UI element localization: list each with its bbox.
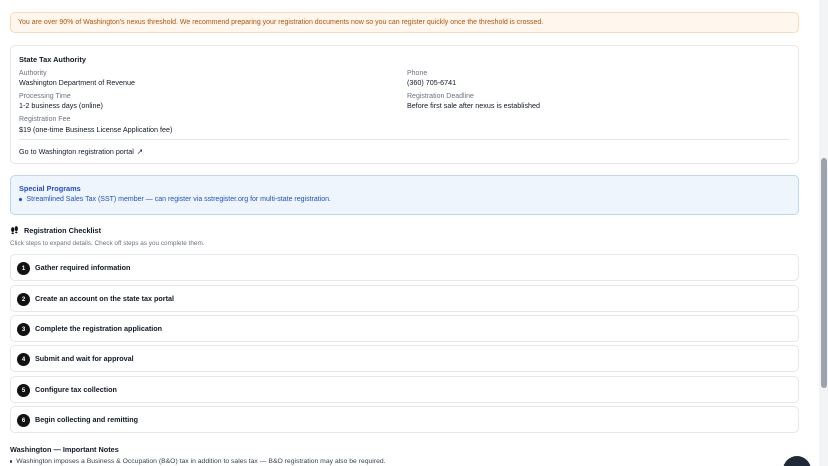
registration-deadline-value: Before first sale after nexus is establi… [407, 101, 541, 110]
step-number-badge: 4 [17, 353, 30, 366]
step-label: Gather required information [35, 263, 131, 272]
step-number-badge: 1 [17, 262, 30, 275]
checklist-header: Registration Checklist [10, 226, 101, 235]
footprints-icon [11, 226, 18, 235]
step-number-badge: 2 [17, 293, 30, 306]
processing-time-label: Processing Time [19, 93, 71, 100]
bullet [19, 198, 22, 201]
step-label: Submit and wait for approval [35, 354, 134, 363]
portal-link-label: Go to Washington registration portal [19, 147, 134, 156]
step-label: Begin collecting and remitting [35, 415, 139, 424]
step-number-badge: 6 [17, 414, 30, 427]
external-link-icon: ↗ [136, 147, 144, 156]
nexus-warning-banner: You are over 90% of Washington's nexus t… [10, 12, 799, 33]
step-label: Create an account on the state tax porta… [35, 294, 174, 303]
registration-fee-label: Registration Fee [19, 116, 71, 123]
step-number-badge: 5 [17, 384, 30, 397]
registration-fee-value: $19 (one-time Business License Applicati… [19, 125, 173, 134]
registration-deadline-label: Registration Deadline [407, 93, 474, 100]
state-tax-authority-card: State Tax Authority Authority Washington… [10, 45, 799, 164]
vertical-scrollbar-thumb[interactable] [821, 158, 827, 388]
important-note-item: Washington imposes a Business & Occupati… [10, 458, 386, 465]
phone-label: Phone [407, 70, 428, 77]
special-program-item: Streamlined Sales Tax (SST) member — can… [19, 196, 331, 203]
authority-label: Authority [19, 70, 47, 77]
step-number-badge: 3 [17, 323, 30, 336]
phone-value: (360) 705-6741 [407, 78, 457, 87]
step-label: Configure tax collection [35, 385, 117, 394]
floating-action-button[interactable] [783, 456, 811, 466]
checklist-title: Registration Checklist [24, 226, 102, 235]
checklist-step-4[interactable]: 4 Submit and wait for approval [10, 345, 799, 372]
checklist-step-5[interactable]: 5 Configure tax collection [10, 376, 799, 403]
checklist-step-1[interactable]: 1 Gather required information [10, 254, 799, 281]
special-programs-title: Special Programs [19, 184, 81, 193]
bullet [10, 460, 13, 463]
important-note-text: Washington imposes a Business & Occupati… [16, 458, 386, 465]
special-program-text: Streamlined Sales Tax (SST) member — can… [26, 196, 331, 203]
processing-time-value: 1-2 business days (online) [19, 101, 103, 110]
card-divider [19, 139, 790, 140]
step-label: Complete the registration application [35, 324, 162, 333]
special-programs-card: Special Programs Streamlined Sales Tax (… [10, 175, 799, 215]
checklist-subtitle: Click steps to expand details. Check off… [10, 240, 205, 247]
important-notes-title: Washington — Important Notes [10, 445, 119, 454]
registration-portal-link[interactable]: Go to Washington registration portal ↗ [19, 147, 143, 156]
checklist-step-6[interactable]: 6 Begin collecting and remitting [10, 406, 799, 433]
checklist-step-3[interactable]: 3 Complete the registration application [10, 315, 799, 342]
checklist-step-2[interactable]: 2 Create an account on the state tax por… [10, 285, 799, 312]
card-title: State Tax Authority [19, 55, 86, 64]
authority-value: Washington Department of Revenue [19, 78, 135, 87]
